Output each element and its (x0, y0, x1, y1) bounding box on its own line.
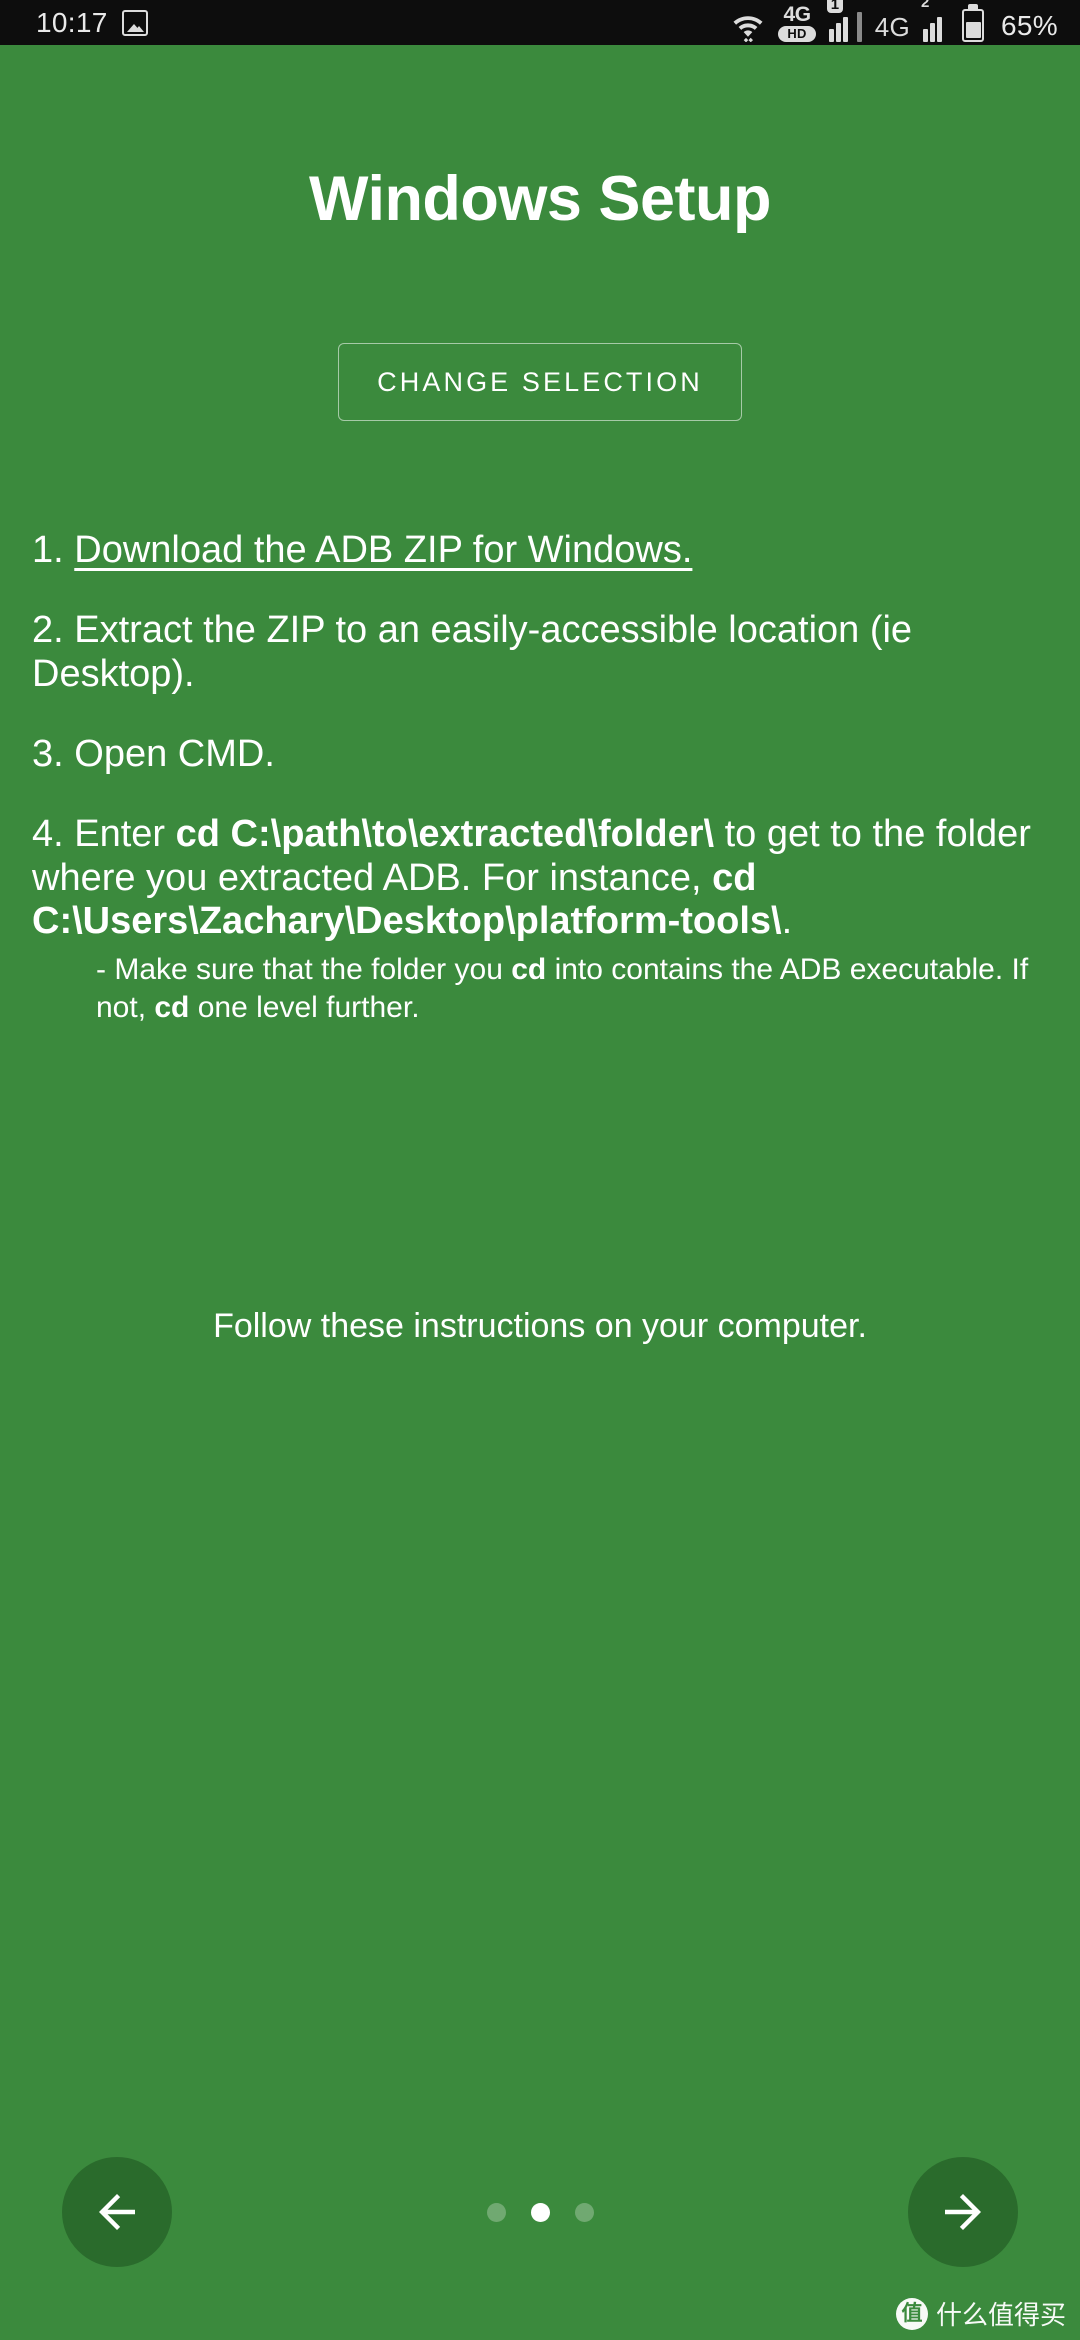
watermark-text: 什么值得买 (935, 2301, 1066, 2331)
arrow-right-icon (936, 2185, 990, 2239)
sim2-network-label: 4G (874, 11, 911, 42)
step-4-number: 4. (32, 813, 64, 856)
step-4-command-1: cd C:\path\to\extracted\folder\ (175, 813, 715, 856)
sim1-signal-icon: 1 (826, 0, 862, 42)
instruction-step-3: 3. Open CMD. (32, 733, 1054, 776)
page-dot-1[interactable] (486, 2202, 506, 2222)
instruction-step-4: 4. Enter cd C:\path\to\extracted\folder\… (32, 813, 1054, 1027)
change-selection-button[interactable]: CHANGE SELECTION (338, 343, 742, 421)
note-part1: - Make sure that the folder you (96, 953, 512, 987)
status-bar-right: 4G HD 1 4G 2 65% (731, 0, 1058, 42)
page-title: Windows Setup (309, 164, 771, 234)
status-bar-left: 10:17 (36, 7, 148, 39)
note-part3: one level further. (189, 990, 420, 1024)
step-4-text-part1: Enter (74, 813, 176, 856)
back-button[interactable] (62, 2157, 172, 2267)
instruction-list: 1. Download the ADB ZIP for Windows. 2. … (0, 529, 1080, 1027)
status-bar: 10:17 4G HD 1 4G 2 65% (0, 0, 1080, 45)
volte-4g-hd-icon: 4G HD (778, 4, 816, 42)
sim2-signal-icon: 2 (921, 0, 949, 42)
battery-icon (962, 8, 985, 42)
bottom-navigation (0, 2156, 1080, 2268)
instruction-step-1: 1. Download the ADB ZIP for Windows. (32, 529, 1054, 572)
step-2-number: 2. (32, 609, 64, 652)
step-4-note: - Make sure that the folder you cd into … (32, 951, 1054, 1027)
step-3-text: Open CMD. (74, 732, 275, 775)
step-4-text-part3: . (781, 899, 793, 942)
step-2-text: Extract the ZIP to an easily-accessible … (32, 609, 913, 695)
note-cd-1: cd (511, 953, 547, 987)
watermark-logo-icon: 值 (895, 2297, 928, 2330)
app-screen: 10:17 4G HD 1 4G 2 65% Windows Setup CHA… (0, 0, 1080, 2340)
page-dot-3[interactable] (574, 2202, 594, 2222)
step-3-number: 3. (32, 732, 64, 775)
arrow-left-icon (90, 2185, 144, 2239)
battery-percent-label: 65% (1001, 9, 1058, 41)
note-cd-2: cd (154, 990, 190, 1024)
instruction-step-2: 2. Extract the ZIP to an easily-accessib… (32, 609, 1054, 696)
change-selection-row: CHANGE SELECTION (0, 343, 1080, 421)
page-dot-2[interactable] (530, 2202, 550, 2222)
photo-icon (121, 9, 148, 36)
follow-instructions-text: Follow these instructions on your comput… (213, 1307, 867, 1345)
clock: 10:17 (36, 6, 108, 38)
watermark: 值 什么值得买 (895, 2295, 1066, 2332)
step-1-number: 1. (32, 529, 64, 571)
download-adb-zip-link[interactable]: Download the ADB ZIP for Windows. (74, 529, 692, 571)
wifi-icon (731, 10, 765, 42)
forward-button[interactable] (908, 2157, 1018, 2267)
setup-content: Windows Setup CHANGE SELECTION 1. Downlo… (0, 45, 1080, 2340)
page-indicator (486, 2202, 594, 2222)
